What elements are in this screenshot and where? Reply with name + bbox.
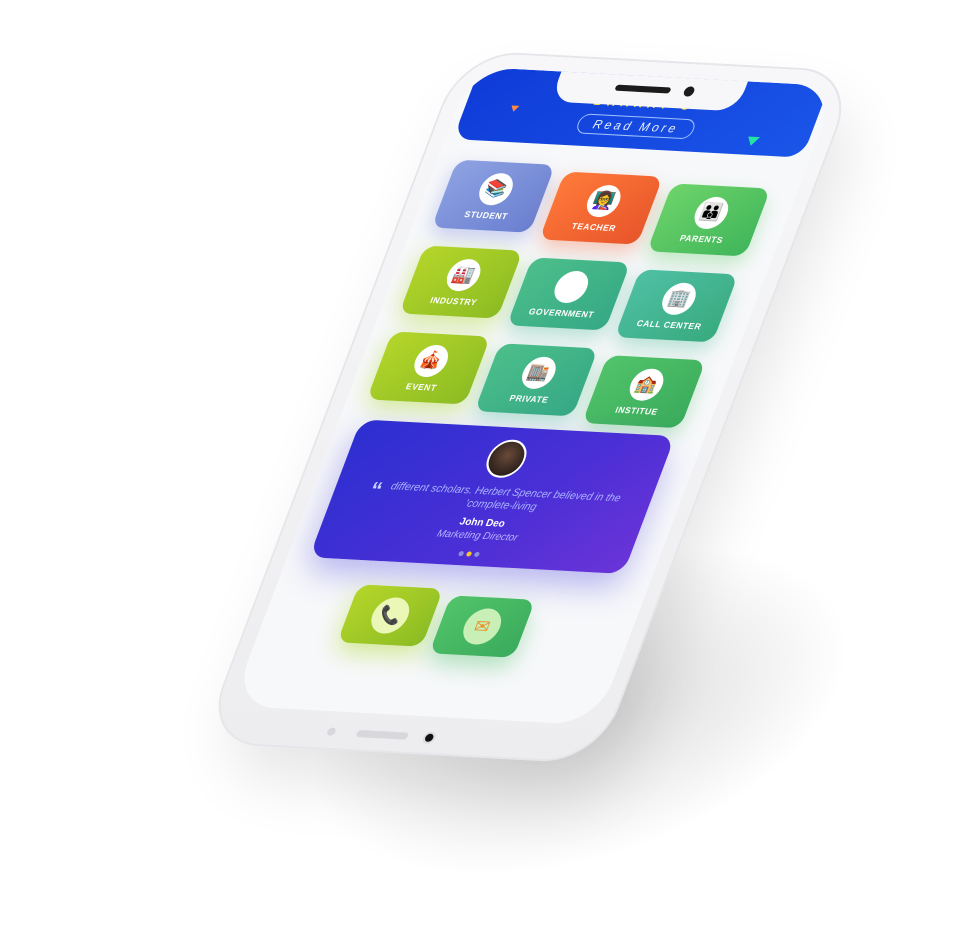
- teacher-icon: 👩‍🏫: [582, 183, 626, 218]
- carousel-dot-active[interactable]: [465, 551, 473, 557]
- office-building-icon: 🏬: [517, 355, 561, 390]
- tile-label: TEACHER: [570, 220, 618, 233]
- tile-label: CALL CENTER: [635, 317, 704, 331]
- tile-institue[interactable]: 🏫 INSTITUE: [582, 355, 706, 429]
- speaker: [614, 84, 672, 94]
- category-grid: 📚 STUDENT 👩‍🏫 TEACHER 👪 PARENTS 🏭 INDUST…: [366, 159, 781, 429]
- tile-label: INDUSTRY: [428, 294, 480, 307]
- carousel-dots: [457, 550, 481, 558]
- mail-button[interactable]: ✉: [429, 595, 536, 658]
- call-button[interactable]: 📞: [337, 584, 444, 647]
- avatar: [480, 438, 533, 479]
- tile-call-center[interactable]: 🏢 CALL CENTER: [614, 269, 739, 343]
- tile-private[interactable]: 🏬 PRIVATE: [474, 343, 599, 417]
- tile-industry[interactable]: 🏭 INDUSTRY: [399, 245, 523, 319]
- tile-government[interactable]: 🏛 GOVERNMENT: [506, 257, 631, 331]
- tile-student[interactable]: 📚 STUDENT: [431, 159, 556, 233]
- factory-icon: 🏭: [442, 257, 486, 292]
- parents-icon: 👪: [689, 195, 734, 230]
- institute-building-icon: 🏫: [625, 367, 669, 402]
- tile-label: PARENTS: [678, 232, 726, 245]
- tile-event[interactable]: 🎪 EVENT: [366, 331, 491, 405]
- decor-triangle-icon: [509, 105, 520, 112]
- tile-label: GOVERNMENT: [527, 305, 596, 320]
- phone-chat-icon: 📞: [365, 596, 415, 635]
- carousel-dot[interactable]: [457, 550, 465, 557]
- decor-triangle-icon: [744, 136, 761, 147]
- testimonial-card[interactable]: “ different scholars. Herbert Spencer be…: [309, 419, 676, 574]
- tile-label: INSTITUE: [614, 404, 660, 417]
- front-camera: [682, 86, 696, 97]
- tile-parents[interactable]: 👪 PARENTS: [646, 183, 771, 257]
- envelope-icon: ✉: [457, 607, 507, 646]
- read-more-button[interactable]: Read More: [574, 113, 698, 140]
- government-building-icon: 🏛: [549, 269, 594, 304]
- tile-label: EVENT: [404, 380, 439, 393]
- tile-label: PRIVATE: [508, 392, 551, 405]
- books-icon: 📚: [474, 171, 518, 206]
- call-center-building-icon: 🏢: [657, 281, 701, 316]
- carousel-dot[interactable]: [473, 551, 481, 558]
- event-stage-icon: 🎪: [409, 343, 454, 378]
- tile-teacher[interactable]: 👩‍🏫 TEACHER: [539, 171, 663, 245]
- tile-label: STUDENT: [463, 208, 510, 221]
